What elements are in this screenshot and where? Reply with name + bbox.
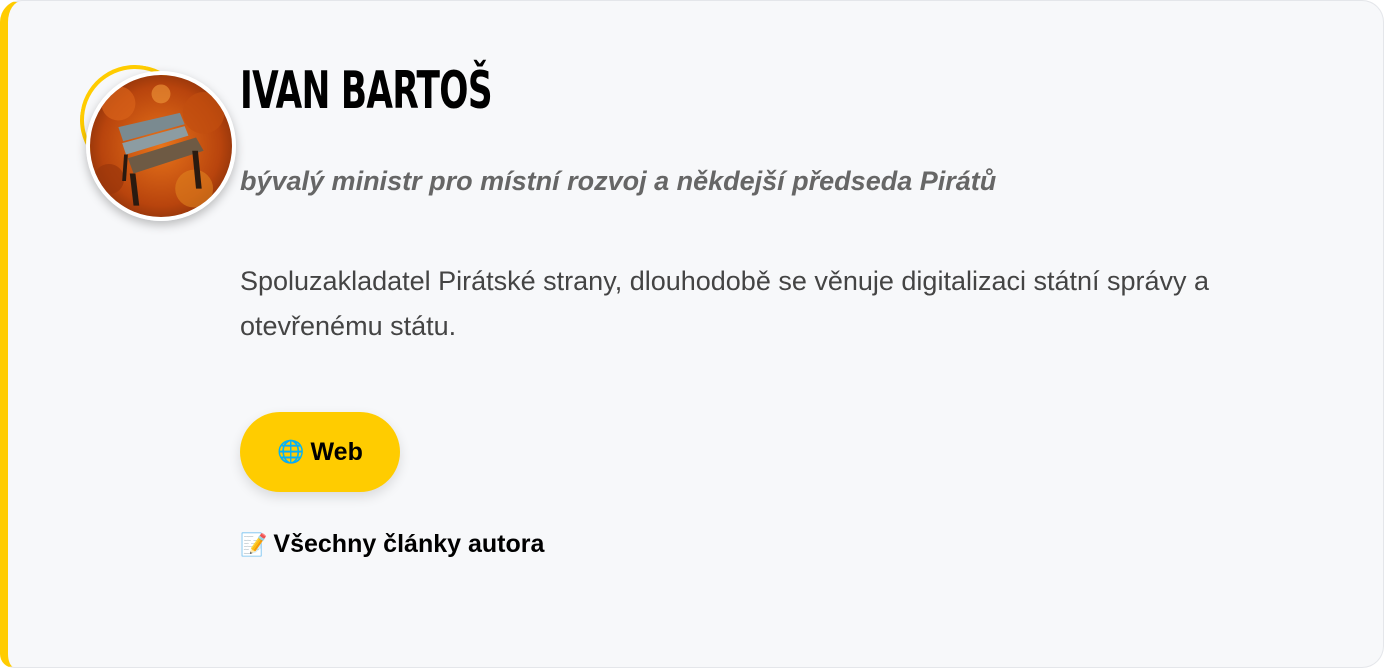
author-role: bývalý ministr pro místní rozvoj a někde… — [240, 166, 997, 196]
author-bio: Spoluzakladatel Pirátské strany, dlouhod… — [240, 266, 1210, 341]
all-articles-link[interactable]: 📝 Všechny články autora — [240, 530, 544, 559]
avatar-container — [71, 56, 242, 231]
web-button[interactable]: 🌐 Web — [240, 412, 400, 492]
memo-icon: 📝 — [240, 531, 268, 557]
avatar-photo-bench — [90, 75, 232, 217]
author-card: IVAN BARTOŠ bývalý ministr pro místní ro… — [0, 0, 1384, 668]
all-articles-label: Všechny články autora — [273, 530, 545, 558]
globe-icon: 🌐 — [277, 439, 305, 464]
avatar — [86, 71, 236, 221]
web-button-label: Web — [310, 437, 363, 466]
author-name: IVAN BARTOŠ — [240, 61, 493, 121]
